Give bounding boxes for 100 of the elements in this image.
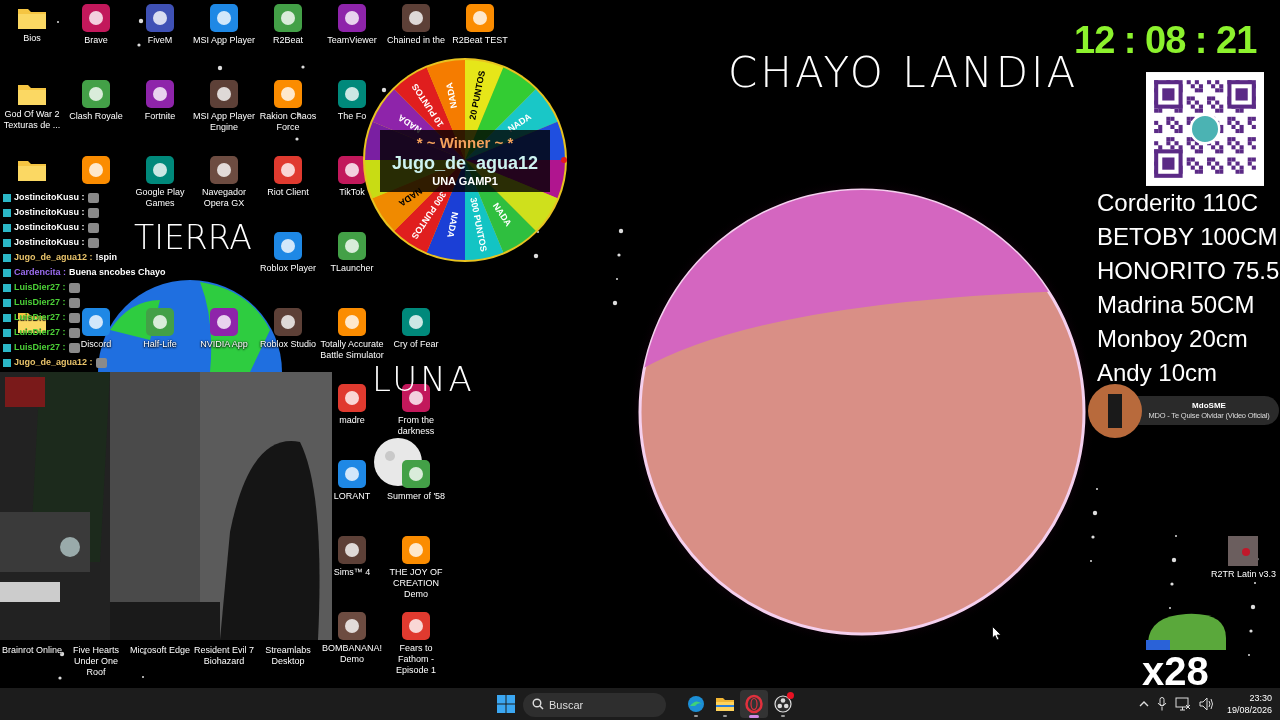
app-icon[interactable]: [146, 80, 174, 108]
folder-icon[interactable]: [18, 6, 46, 30]
icon-label[interactable]: Riot Client: [267, 187, 309, 198]
cursor-icon: [992, 626, 1002, 641]
icon-label[interactable]: MSI App Player Engine: [192, 111, 256, 133]
icon-label[interactable]: Five Hearts Under One Roof: [64, 645, 128, 678]
app-icon[interactable]: [146, 156, 174, 184]
search-field[interactable]: Buscar: [523, 692, 666, 717]
app-icon[interactable]: [338, 156, 366, 184]
wheel-segment-label: 20 PUNTOS: [467, 69, 488, 121]
app-icon[interactable]: [402, 4, 430, 32]
icon-label[interactable]: MSI App Player: [193, 35, 255, 46]
app-icon[interactable]: [338, 536, 366, 564]
icon-label[interactable]: Resident Evil 7 Biohazard: [192, 645, 256, 667]
clock-date[interactable]: 19/08/2026: [1226, 704, 1272, 716]
app-icon[interactable]: [82, 4, 110, 32]
icon-label[interactable]: Fortnite: [144, 111, 176, 122]
microphone-icon[interactable]: [1156, 697, 1167, 711]
icon-label[interactable]: The Fo: [337, 111, 367, 122]
clock-time[interactable]: 23:30: [1249, 692, 1272, 704]
network-icon[interactable]: [1174, 697, 1191, 711]
app-icon[interactable]: [338, 232, 366, 260]
leaderboard-entry: HONORITO 75.5: [1097, 256, 1280, 286]
chat-username[interactable]: Jugo_de_agua12 :: [14, 355, 93, 370]
app-icon[interactable]: [210, 4, 238, 32]
icon-label[interactable]: Roblox Player: [260, 263, 316, 274]
icon-label[interactable]: God Of War 2 Texturas de ...: [0, 109, 64, 131]
app-icon[interactable]: [82, 308, 110, 336]
chevron-up-icon[interactable]: [1138, 700, 1149, 708]
icon-label[interactable]: Summer of '58: [386, 491, 446, 502]
icon-label[interactable]: BOMBANANA! Demo: [320, 643, 384, 665]
chat-username[interactable]: JostincitoKusu :: [14, 235, 85, 250]
leaderboard-entry: Andy 10cm: [1097, 358, 1219, 388]
icon-label[interactable]: Navegador Opera GX: [192, 187, 256, 209]
chat-username[interactable]: JostincitoKusu :: [14, 190, 85, 205]
app-icon[interactable]: [338, 80, 366, 108]
icon-label[interactable]: Brave: [84, 35, 108, 46]
chat-username[interactable]: Jugo_de_agua12 :: [14, 250, 93, 265]
folder-icon[interactable]: [18, 158, 46, 182]
icon-label[interactable]: R2TR Latin v3.3: [1210, 568, 1276, 582]
icon-label[interactable]: Totally Accurate Battle Simulator: [320, 339, 384, 361]
taskbar-app-button[interactable]: [740, 690, 768, 718]
app-icon[interactable]: [338, 384, 366, 412]
artist-name: MdoSME: [1191, 400, 1227, 411]
icon-label[interactable]: Cry of Fear: [393, 339, 439, 350]
icon-label[interactable]: Fears to Fathom - Episode 1: [384, 643, 448, 676]
leaderboard-entry: BETOBY 100CM: [1097, 222, 1279, 252]
app-icon[interactable]: [338, 4, 366, 32]
icon-label[interactable]: Half-Life: [143, 339, 177, 350]
app-icon[interactable]: [274, 80, 302, 108]
app-icon[interactable]: [338, 612, 366, 640]
icon-label[interactable]: R2Beat: [273, 35, 303, 46]
app-icon[interactable]: [274, 156, 302, 184]
start-icon[interactable]: [497, 695, 515, 713]
chat-username[interactable]: JostincitoKusu :: [14, 220, 85, 235]
app-icon[interactable]: [402, 536, 430, 564]
app-icon[interactable]: [338, 460, 366, 488]
icon-label[interactable]: THE JOY OF CREATION Demo: [384, 567, 448, 600]
app-icon[interactable]: [338, 308, 366, 336]
chat-username[interactable]: LuisDier27 :: [14, 295, 66, 310]
app-icon[interactable]: [402, 308, 430, 336]
chat-username[interactable]: JostincitoKusu :: [14, 205, 85, 220]
hand-lettered-label: TIERRA: [134, 221, 252, 254]
icon-label[interactable]: R2Beat TEST: [452, 35, 508, 46]
volume-icon[interactable]: [1198, 697, 1215, 711]
icon-label[interactable]: FiveM: [147, 35, 173, 46]
icon-label[interactable]: Chained in the: [386, 35, 445, 46]
emote-icon: [68, 282, 80, 293]
app-icon[interactable]: [466, 4, 494, 32]
icon-label[interactable]: Bios: [23, 33, 41, 44]
icon-label[interactable]: Rakion Chaos Force: [256, 111, 320, 133]
app-icon[interactable]: [274, 232, 302, 260]
icon-label[interactable]: TeamViewer: [327, 35, 377, 46]
app-icon[interactable]: [402, 460, 430, 488]
icon-label[interactable]: Streamlabs Desktop: [256, 645, 320, 667]
icon-label[interactable]: madre: [339, 415, 365, 426]
app-icon[interactable]: [82, 156, 110, 184]
recorder-icon: [773, 694, 793, 714]
icon-label[interactable]: LORANT: [333, 491, 371, 502]
icon-label[interactable]: From the darkness: [384, 415, 448, 437]
folder-icon[interactable]: [18, 82, 46, 106]
icon-label[interactable]: Clash Royale: [69, 111, 123, 122]
app-icon[interactable]: [274, 4, 302, 32]
chat-username[interactable]: LuisDier27 :: [14, 340, 66, 355]
app-icon[interactable]: [82, 80, 110, 108]
icon-label[interactable]: Google Play Games: [128, 187, 192, 209]
pointer-icon: [561, 157, 567, 163]
icon-label[interactable]: TLauncher: [330, 263, 374, 274]
chat-username[interactable]: Cardencita :: [14, 265, 66, 280]
chat-message: Buena sncobes Chayo: [69, 265, 166, 279]
chat-username[interactable]: LuisDier27 :: [14, 280, 66, 295]
app-icon[interactable]: [274, 308, 302, 336]
app-icon[interactable]: [210, 156, 238, 184]
icon-label[interactable]: Microsoft Edge: [130, 645, 190, 656]
icon-label[interactable]: Brainrot Online: [2, 645, 62, 656]
icon-label[interactable]: TikTok: [339, 187, 365, 198]
app-icon[interactable]: [210, 80, 238, 108]
app-icon[interactable]: [146, 4, 174, 32]
icon-label[interactable]: Sims™ 4: [333, 567, 371, 578]
app-icon[interactable]: [402, 612, 430, 640]
